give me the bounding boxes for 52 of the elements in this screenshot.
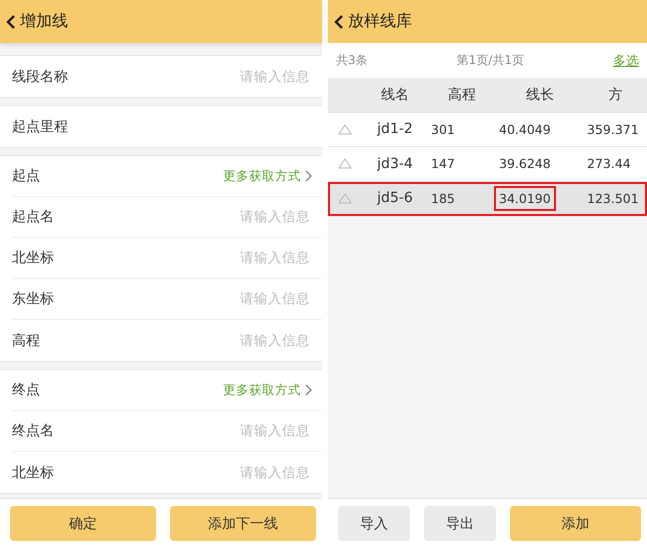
table-row[interactable]: jd5-6 185 34.0190 123.501 xyxy=(328,182,647,216)
confirm-button[interactable]: 确定 xyxy=(10,506,156,541)
chevron-right-icon xyxy=(305,170,312,182)
table-cell-text: 185 xyxy=(430,190,456,208)
table-cell-text: 273.44 xyxy=(586,155,632,174)
field-label: 终点 xyxy=(12,381,40,399)
table-row[interactable]: jd1-2 301 40.4049 359.371 xyxy=(328,112,647,147)
field-label: 起点名 xyxy=(12,208,54,226)
input-field[interactable]: 请输入信息 xyxy=(192,332,312,350)
triangle-icon xyxy=(338,158,352,170)
field-label: 东坐标 xyxy=(12,290,54,308)
table-cell-text: jd3-4 xyxy=(376,154,414,174)
table-cell-text: 147 xyxy=(430,155,456,174)
back-icon[interactable] xyxy=(6,14,16,28)
field-label: 线段名称 xyxy=(12,68,68,86)
input-field[interactable]: 请输入信息 xyxy=(192,422,312,440)
page-indicator: 第1页/共1页 xyxy=(456,52,524,69)
column-header: 线长 xyxy=(525,86,555,104)
input-field[interactable]: 请输入信息 xyxy=(192,208,312,226)
record-count: 共3条 xyxy=(336,52,368,69)
table-cell-text: 123.501 xyxy=(586,190,640,208)
field-label: 高程 xyxy=(12,332,40,350)
table-cell-text: jd1-2 xyxy=(376,120,414,140)
add-next-button[interactable]: 添加下一线 xyxy=(170,506,316,541)
screen-title: 放样线库 xyxy=(348,11,412,32)
back-icon[interactable] xyxy=(334,14,344,28)
add-button[interactable]: 添加 xyxy=(510,506,641,541)
table-cell: 34.0190 xyxy=(496,188,554,209)
field-label: 北坐标 xyxy=(12,464,54,482)
input-field[interactable]: 请输入信息 xyxy=(192,464,312,482)
table-cell-text: 301 xyxy=(430,120,456,139)
table-cell-text: jd5-6 xyxy=(376,189,414,208)
input-field[interactable]: 请输入信息 xyxy=(192,290,312,308)
column-header: 高程 xyxy=(447,86,477,104)
chevron-right-icon xyxy=(305,384,312,396)
field-label: 起点里程 xyxy=(12,118,68,136)
table-row[interactable]: jd3-4 147 39.6248 273.44 xyxy=(328,147,647,182)
field-label: 起点 xyxy=(12,167,40,185)
triangle-icon xyxy=(338,192,352,204)
field-label: 终点名 xyxy=(12,422,54,440)
column-header: 线名 xyxy=(380,86,410,104)
table-cell-text: 359.371 xyxy=(586,120,640,139)
action-button[interactable]: 导出 xyxy=(424,506,496,541)
screen-title: 增加线 xyxy=(20,11,68,32)
triangle-icon xyxy=(338,124,352,135)
input-field[interactable]: 请输入信息 xyxy=(192,68,312,86)
field-label: 北坐标 xyxy=(12,249,54,267)
input-field[interactable]: 请输入信息 xyxy=(192,249,312,267)
column-header: 方 xyxy=(608,86,624,104)
action-button[interactable]: 导入 xyxy=(338,506,410,541)
table-cell-text: 40.4049 xyxy=(498,120,552,139)
table-cell-text: 39.6248 xyxy=(498,155,552,174)
